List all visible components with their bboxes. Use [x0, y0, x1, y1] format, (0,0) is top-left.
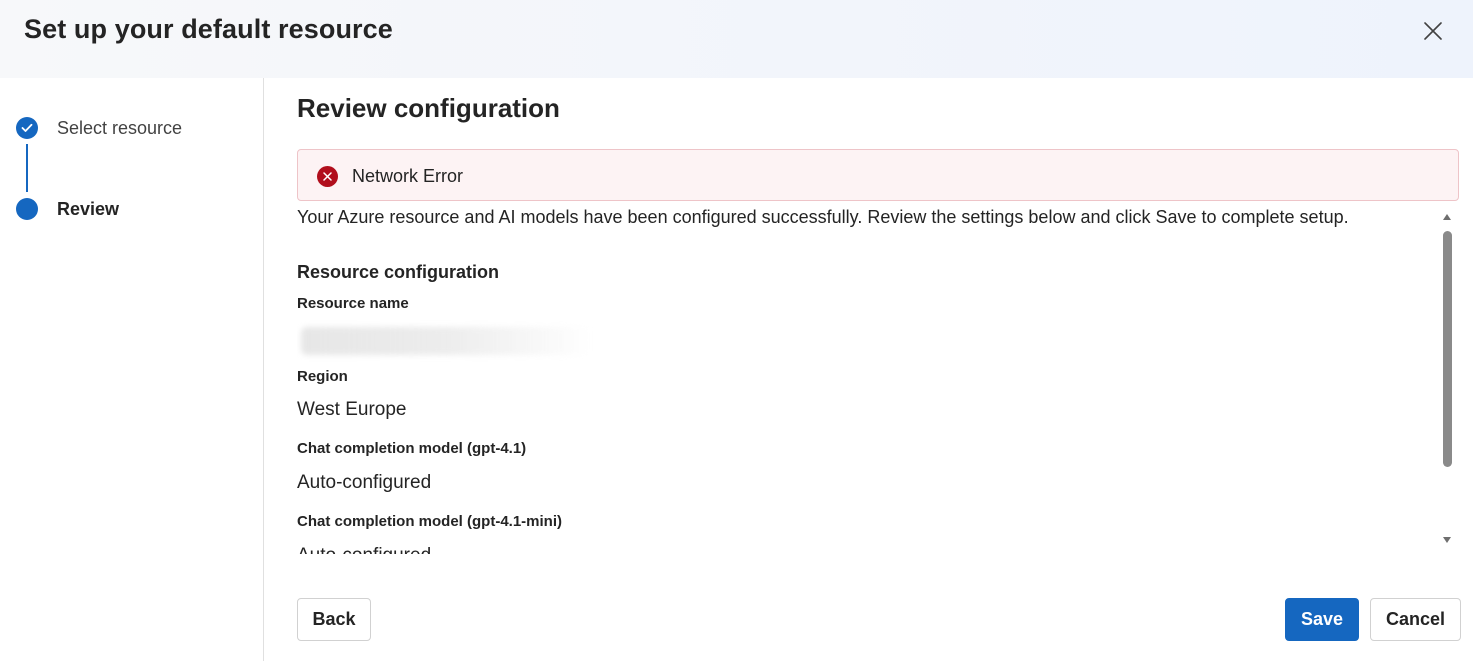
- stepper-sidebar: Select resource Review: [0, 78, 264, 661]
- resource-configuration-heading: Resource configuration: [297, 262, 500, 282]
- error-circle-icon: [317, 166, 338, 187]
- step-current-indicator: [16, 198, 38, 220]
- save-button[interactable]: Save: [1285, 598, 1359, 641]
- checkmark-icon: [21, 123, 33, 132]
- region-label: Region: [297, 368, 348, 385]
- scroll-up-arrow-icon[interactable]: [1443, 214, 1451, 220]
- close-button[interactable]: [1418, 16, 1448, 46]
- error-message-bar: Network Error: [297, 149, 1459, 201]
- scroll-down-arrow-icon[interactable]: [1443, 537, 1451, 543]
- dialog-header: Set up your default resource: [0, 0, 1473, 78]
- step-completed-indicator: [16, 117, 38, 139]
- gpt41-mini-model-label: Chat completion model (gpt-4.1-mini): [297, 513, 562, 530]
- resource-name-label: Resource name: [297, 295, 409, 312]
- dialog-title: Set up your default resource: [24, 14, 393, 44]
- step-label-review: Review: [57, 199, 120, 219]
- region-value: West Europe: [297, 399, 407, 420]
- cancel-button[interactable]: Cancel: [1370, 598, 1461, 641]
- gpt41-model-label: Chat completion model (gpt-4.1): [297, 440, 527, 457]
- vertical-scrollbar[interactable]: [1440, 209, 1454, 546]
- review-scroll-area[interactable]: Your Azure resource and AI models have b…: [297, 204, 1459, 554]
- error-message-text: Network Error: [352, 166, 464, 186]
- step-connector: [26, 144, 28, 192]
- intro-text: Your Azure resource and AI models have b…: [297, 207, 1349, 227]
- back-button[interactable]: Back: [297, 598, 371, 641]
- scrollbar-thumb[interactable]: [1443, 231, 1452, 467]
- redacted-resource-name: [301, 327, 591, 355]
- main-panel: Review configuration Network Error Your …: [264, 78, 1473, 661]
- gpt41-model-value: Auto-configured: [297, 472, 432, 493]
- step-label-select-resource[interactable]: Select resource: [57, 118, 182, 139]
- gpt41-mini-model-value: Auto-configured: [297, 545, 431, 554]
- close-icon: [1424, 22, 1442, 40]
- section-title: Review configuration: [297, 93, 560, 123]
